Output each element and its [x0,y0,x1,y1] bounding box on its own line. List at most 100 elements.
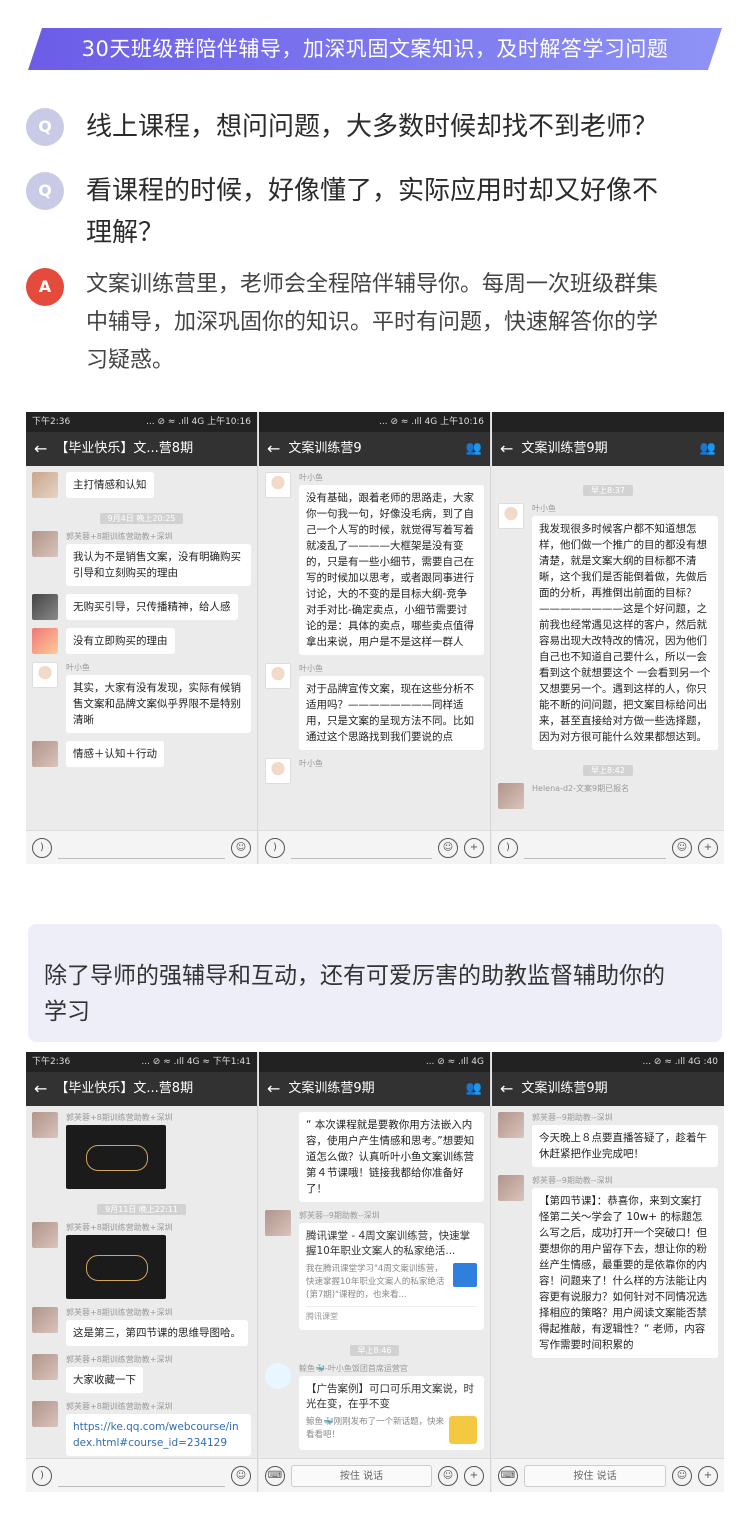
emoji-icon[interactable]: ☺ [231,1465,251,1486]
plus-icon[interactable]: + [464,837,484,858]
back-arrow-icon[interactable]: ← [34,432,47,466]
avatar[interactable] [498,1175,524,1201]
chat-message: 鲸鱼🐳-叶小鱼饭团首席运营官 【广告案例】可口可乐用文案说，时光在变，在乎不变 … [265,1363,484,1450]
voice-icon[interactable]: ) [32,837,52,858]
message-bubble[interactable]: 对于品牌宣传文案，现在这些分析不适用吗？————————同样适用，只是文案的呈现… [299,676,484,750]
avatar[interactable] [265,663,291,689]
mindmap-image[interactable] [66,1235,166,1299]
avatar[interactable] [498,503,524,529]
message-list[interactable]: “ 本次课程就是要教你用方法嵌入内容，使用户产生情感和思考。”想要知道怎么做？认… [259,1106,490,1458]
group-members-icon[interactable]: 👥 [700,432,716,466]
panel-line-2: 学习 [44,999,90,1025]
emoji-icon[interactable]: ☺ [672,1465,692,1486]
plus-icon[interactable]: + [464,1465,484,1486]
back-arrow-icon[interactable]: ← [267,1072,280,1106]
avatar[interactable] [265,472,291,498]
chat-message: 郭芙蓉--9期助教--深圳 【第四节课】：恭喜你，来到文案打怪第二关～学会了 1… [498,1175,718,1358]
avatar[interactable] [32,662,58,688]
message-bubble[interactable]: 情感＋认知＋行动 [66,741,164,767]
chat-message: 郭芙蓉+8期训练营助教+深圳 大家收藏一下 [32,1354,251,1393]
message-list[interactable]: 早上8:37 叶小鱼 我发现很多时候客户都不知道想怎样，他们做一个推广的目的都没… [492,466,724,830]
status-bar: 下午2:36 ... ⊘ ≈ .ıll 4G 上午10:16 [26,412,257,432]
message-list[interactable]: 主打情感和认知 9月4日 晚上20:25 郭芙蓉+8期训练营助教+深圳 我认为不… [26,466,257,830]
chat-message: 叶小鱼 对于品牌宣传文案，现在这些分析不适用吗？————————同样适用，只是文… [265,663,484,750]
message-bubble[interactable]: 今天晚上８点要直播答疑了，趁着午休赶紧把作业完成吧！ [532,1125,718,1167]
message-input[interactable] [58,1465,225,1487]
message-input[interactable] [58,837,225,859]
keyboard-icon[interactable]: ⌨ [498,1465,518,1486]
emoji-icon[interactable]: ☺ [231,837,251,858]
avatar[interactable] [32,628,58,654]
message-list[interactable]: 叶小鱼 没有基础，跟着老师的思路走，大家你一句我一句，好像没毛病，到了自己一个人… [259,466,490,830]
status-icons: ... ⊘ ≈ .ıll 4G :40 [642,1057,718,1067]
card-title: 腾讯课堂 - 4周文案训练营，快速掌握10年职业文案人的私家绝活... [306,1230,471,1257]
group-members-icon[interactable]: 👥 [466,432,482,466]
assistant-panel: 除了导师的强辅导和互动，还有可爱厉害的助教监督辅助你的 学习 [28,924,722,1042]
mindmap-image[interactable] [66,1125,166,1189]
message-bubble[interactable]: 我发现很多时候客户都不知道想怎样，他们做一个推广的目的都没有想清楚，就是文案大纲… [532,516,718,750]
message-bubble[interactable]: 主打情感和认知 [66,472,154,498]
avatar[interactable] [32,472,58,498]
avatar[interactable] [265,758,291,784]
sender-name: 郭芙蓉+8期训练营助教+深圳 [66,1402,173,1411]
message-bubble[interactable]: 没有立即购买的理由 [66,628,175,654]
message-bubble[interactable]: 我认为不是销售文案，没有明确购买引导和立刻购买的理由 [66,544,251,586]
sender-name: 叶小鱼 [532,504,556,513]
sender-name: 郭芙蓉+8期训练营助教+深圳 [66,1355,173,1364]
emoji-icon[interactable]: ☺ [672,837,692,858]
message-input[interactable] [524,837,666,859]
message-bubble[interactable]: 无购买引导，只传播精神，给人感 [66,594,238,620]
voice-icon[interactable]: ) [32,1465,52,1486]
link-card[interactable]: 【广告案例】可口可乐用文案说，时光在变，在乎不变 鲸鱼🐳刚刚发布了一个新话题，快… [299,1376,484,1450]
hold-to-talk-button[interactable]: 按住 说话 [524,1464,666,1487]
back-arrow-icon[interactable]: ← [267,432,280,466]
voice-icon[interactable]: ) [265,837,285,858]
avatar[interactable] [32,1354,58,1380]
avatar[interactable] [265,1210,291,1236]
emoji-icon[interactable]: ☺ [438,837,458,858]
hold-to-talk-button[interactable]: 按住 说话 [291,1464,432,1487]
chat-message: 郭芙蓉--9期助教--深圳 今天晚上８点要直播答疑了，趁着午休赶紧把作业完成吧！ [498,1112,718,1167]
back-arrow-icon[interactable]: ← [500,432,513,466]
message-bubble[interactable]: 大家收藏一下 [66,1367,143,1393]
avatar[interactable] [32,1307,58,1333]
chat-header: ← 文案训练营9期 [492,1072,724,1106]
question-2: Q 看课程的时候，好像懂了，实际应用时却又好像不 理解？ [26,170,726,254]
emoji-icon[interactable]: ☺ [438,1465,458,1486]
answer-line-1: 文案训练营里，老师会全程陪伴辅导你。每周一次班级群集 [86,272,659,297]
avatar[interactable] [32,594,58,620]
link-card[interactable]: 腾讯课堂 - 4周文案训练营，快速掌握10年职业文案人的私家绝活... 我在腾讯… [299,1223,484,1330]
message-bubble[interactable]: “ 本次课程就是要教你用方法嵌入内容，使用户产生情感和思考。”想要知道怎么做？认… [299,1112,484,1202]
chat-header: ← 文案训练营9 👥 [259,432,490,466]
sender-name: 叶小鱼 [66,663,90,672]
course-link[interactable]: https://ke.qq.com/webcourse/index.html#c… [66,1414,251,1456]
whale-avatar[interactable] [265,1363,291,1389]
message-bubble[interactable]: 这是第三，第四节课的思维导图哈。 [66,1320,248,1346]
avatar[interactable] [32,1112,58,1138]
chat-message: 郭芙蓉--9期助教--深圳 腾讯课堂 - 4周文案训练营，快速掌握10年职业文案… [265,1210,484,1330]
message-list[interactable]: 郭芙蓉--9期助教--深圳 今天晚上８点要直播答疑了，趁着午休赶紧把作业完成吧！… [492,1106,724,1458]
group-members-icon[interactable]: 👥 [466,1072,482,1106]
sender-name: 郭芙蓉+8期训练营助教+深圳 [66,1223,173,1232]
avatar[interactable] [32,741,58,767]
voice-icon[interactable]: ) [498,837,518,858]
question-2-text: 看课程的时候，好像懂了，实际应用时却又好像不 理解？ [86,170,658,254]
keyboard-icon[interactable]: ⌨ [265,1465,285,1486]
plus-icon[interactable]: + [698,837,718,858]
avatar[interactable] [498,1112,524,1138]
avatar[interactable] [32,531,58,557]
chat-message: 叶小鱼 其实，大家有没有发现，实际有候销售文案和品牌文案似乎界限不是特别清晰 [32,662,251,733]
message-bubble[interactable]: 【第四节课】：恭喜你，来到文案打怪第二关～学会了 10w+ 的标题怎么写之后，成… [532,1188,718,1358]
back-arrow-icon[interactable]: ← [500,1072,513,1106]
avatar[interactable] [32,1222,58,1248]
message-bubble[interactable]: 没有基础，跟着老师的思路走，大家你一句我一句，好像没毛病，到了自己一个人写的时候… [299,485,484,655]
avatar[interactable] [498,783,524,809]
back-arrow-icon[interactable]: ← [34,1072,47,1106]
message-list[interactable]: 郭芙蓉+8期训练营助教+深圳 9月11日 晚上22:11 郭芙蓉+8期训练营助教… [26,1106,257,1458]
message-input[interactable] [291,837,432,859]
avatar[interactable] [32,1401,58,1427]
chat-message: 情感＋认知＋行动 [32,741,251,767]
sender-name: 郭芙蓉+8期训练营助教+深圳 [66,1113,173,1122]
plus-icon[interactable]: + [698,1465,718,1486]
message-bubble[interactable]: 其实，大家有没有发现，实际有候销售文案和品牌文案似乎界限不是特别清晰 [66,675,251,733]
